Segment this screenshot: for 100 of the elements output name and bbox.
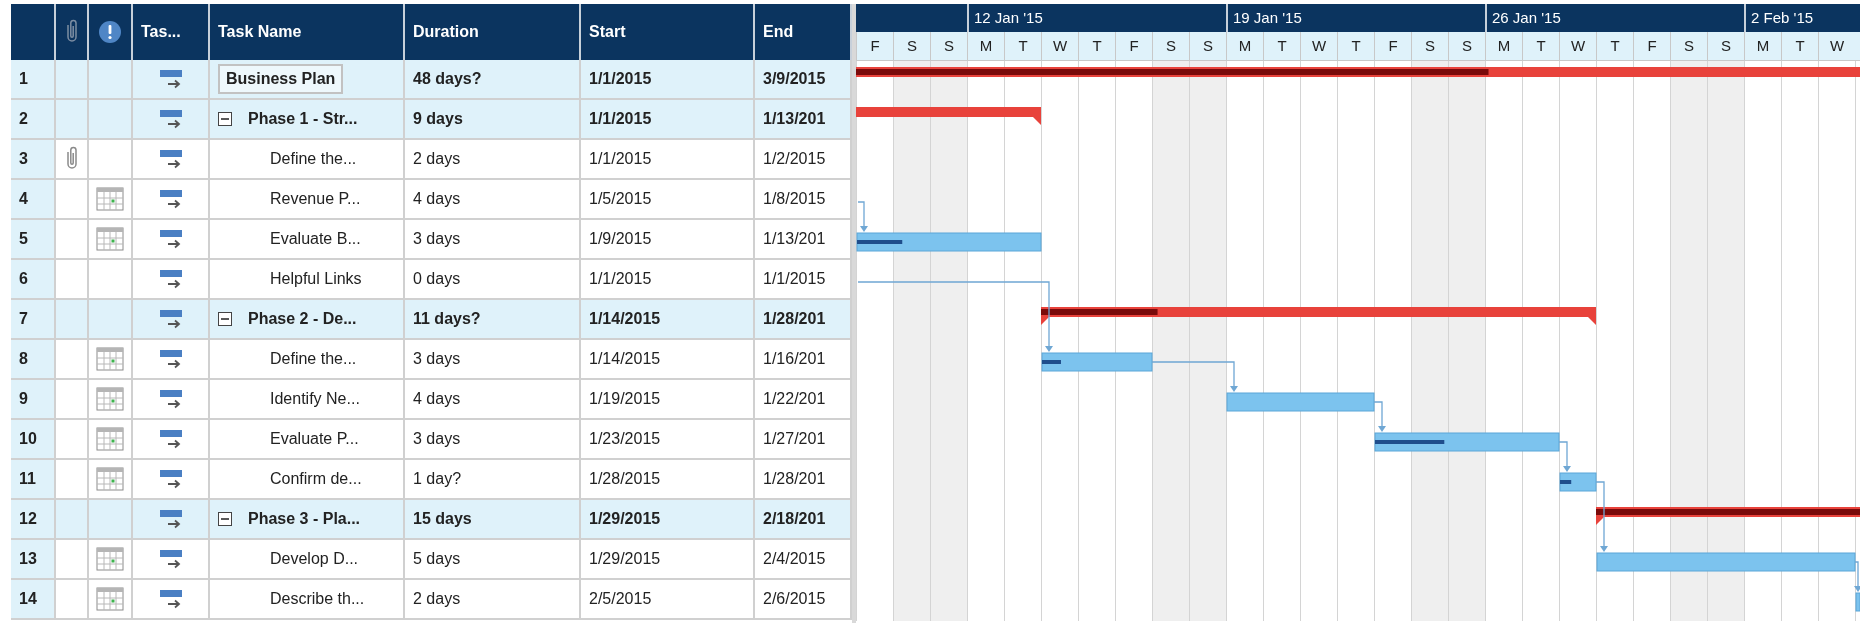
- day-label: F: [1633, 32, 1670, 60]
- table-cell: 3 days: [405, 340, 581, 380]
- table-cell: 1/1/2015: [581, 60, 755, 100]
- day-label: S: [1707, 32, 1744, 60]
- collapse-icon[interactable]: [218, 512, 232, 526]
- day-label: M: [967, 32, 1004, 60]
- task-mode-icon: [157, 109, 184, 129]
- row-number: 12: [11, 500, 56, 540]
- calendar-icon: [96, 587, 124, 611]
- column-header: End: [755, 4, 852, 60]
- task-name: Phase 3 - Pla...: [247, 509, 362, 529]
- table-cell: 1/1/2015: [581, 100, 755, 140]
- table-cell: 2/5/2015: [581, 580, 755, 620]
- table-cell: 1/28/201: [755, 300, 852, 340]
- table-cell: 1/29/2015: [581, 540, 755, 580]
- day-label: M: [1226, 32, 1263, 60]
- row-number: 4: [11, 180, 56, 220]
- table-cell: 2/18/201: [755, 500, 852, 540]
- row-number: 8: [11, 340, 56, 380]
- row-number: 13: [11, 540, 56, 580]
- task-name: Business Plan: [218, 64, 344, 94]
- task-mode-icon: [157, 469, 184, 489]
- row-number: 9: [11, 380, 56, 420]
- table-cell: 4 days: [405, 180, 581, 220]
- table-cell: 2 days: [405, 580, 581, 620]
- task-mode-icon: [157, 589, 184, 609]
- table-cell: 1/13/201: [755, 100, 852, 140]
- table-cell: 3/9/2015: [755, 60, 852, 100]
- day-label: T: [1522, 32, 1559, 60]
- day-label: F: [1374, 32, 1411, 60]
- day-label: W: [1818, 32, 1855, 60]
- column-header: Tas...: [133, 4, 210, 60]
- table-cell: 1/14/2015: [581, 340, 755, 380]
- task-name: Evaluate B...: [269, 229, 362, 249]
- table-cell: 1/9/2015: [581, 220, 755, 260]
- row-number: 14: [11, 580, 56, 620]
- day-label: T: [1004, 32, 1041, 60]
- column-header: Task Name: [210, 4, 405, 60]
- task-mode-icon: [157, 429, 184, 449]
- day-label: S: [893, 32, 930, 60]
- table-cell: 1/1/2015: [581, 140, 755, 180]
- table-cell: 4 days: [405, 380, 581, 420]
- row-number: 1: [11, 60, 56, 100]
- row-number: 6: [11, 260, 56, 300]
- table-cell: 3 days: [405, 220, 581, 260]
- day-label: S: [1411, 32, 1448, 60]
- collapse-icon[interactable]: [218, 112, 232, 126]
- task-name: Helpful Links: [269, 269, 363, 289]
- task-bar: [1855, 592, 1860, 612]
- day-label: S: [1670, 32, 1707, 60]
- table-cell: 1/5/2015: [581, 180, 755, 220]
- day-label: M: [1485, 32, 1522, 60]
- table-cell: 3 days: [405, 420, 581, 460]
- task-mode-icon: [157, 549, 184, 569]
- task-mode-icon: [157, 309, 184, 329]
- day-label: S: [1152, 32, 1189, 60]
- task-mode-icon: [157, 349, 184, 369]
- table-cell: 48 days?: [405, 60, 581, 100]
- day-label: S: [930, 32, 967, 60]
- calendar-icon: [96, 187, 124, 211]
- table-cell: 5 days: [405, 540, 581, 580]
- row-number: 11: [11, 460, 56, 500]
- day-label: M: [1744, 32, 1781, 60]
- day-label: T: [1337, 32, 1374, 60]
- calendar-icon: [96, 547, 124, 571]
- row-number: 7: [11, 300, 56, 340]
- task-name: Identify Ne...: [269, 389, 361, 409]
- collapse-icon[interactable]: [218, 312, 232, 326]
- task-bar: [1559, 472, 1597, 492]
- task-name: Confirm de...: [269, 469, 363, 489]
- table-cell: 1/14/2015: [581, 300, 755, 340]
- table-cell: 1/19/2015: [581, 380, 755, 420]
- table-cell: 11 days?: [405, 300, 581, 340]
- task-name: Revenue P...: [269, 189, 362, 209]
- column-header: Duration: [405, 4, 581, 60]
- table-cell: 2 days: [405, 140, 581, 180]
- info-icon: [98, 20, 122, 44]
- calendar-icon: [96, 387, 124, 411]
- column-header: Start: [581, 4, 755, 60]
- task-name: Phase 1 - Str...: [247, 109, 359, 129]
- task-name: Describe th...: [269, 589, 366, 609]
- day-label: F: [1115, 32, 1152, 60]
- day-label: S: [1448, 32, 1485, 60]
- task-name: Define the...: [269, 149, 358, 169]
- task-mode-icon: [157, 389, 184, 409]
- table-cell: 1/29/2015: [581, 500, 755, 540]
- task-name: Evaluate P...: [269, 429, 360, 449]
- task-mode-icon: [157, 149, 184, 169]
- task-name: Define the...: [269, 349, 358, 369]
- row-number: 3: [11, 140, 56, 180]
- table-cell: 1/23/2015: [581, 420, 755, 460]
- task-mode-icon: [157, 269, 184, 289]
- row-number: 5: [11, 220, 56, 260]
- table-cell: 15 days: [405, 500, 581, 540]
- day-label: W: [1300, 32, 1337, 60]
- task-mode-icon: [157, 509, 184, 529]
- day-label: T: [1078, 32, 1115, 60]
- task-name: Develop D...: [269, 549, 360, 569]
- calendar-icon: [96, 227, 124, 251]
- task-mode-icon: [157, 189, 184, 209]
